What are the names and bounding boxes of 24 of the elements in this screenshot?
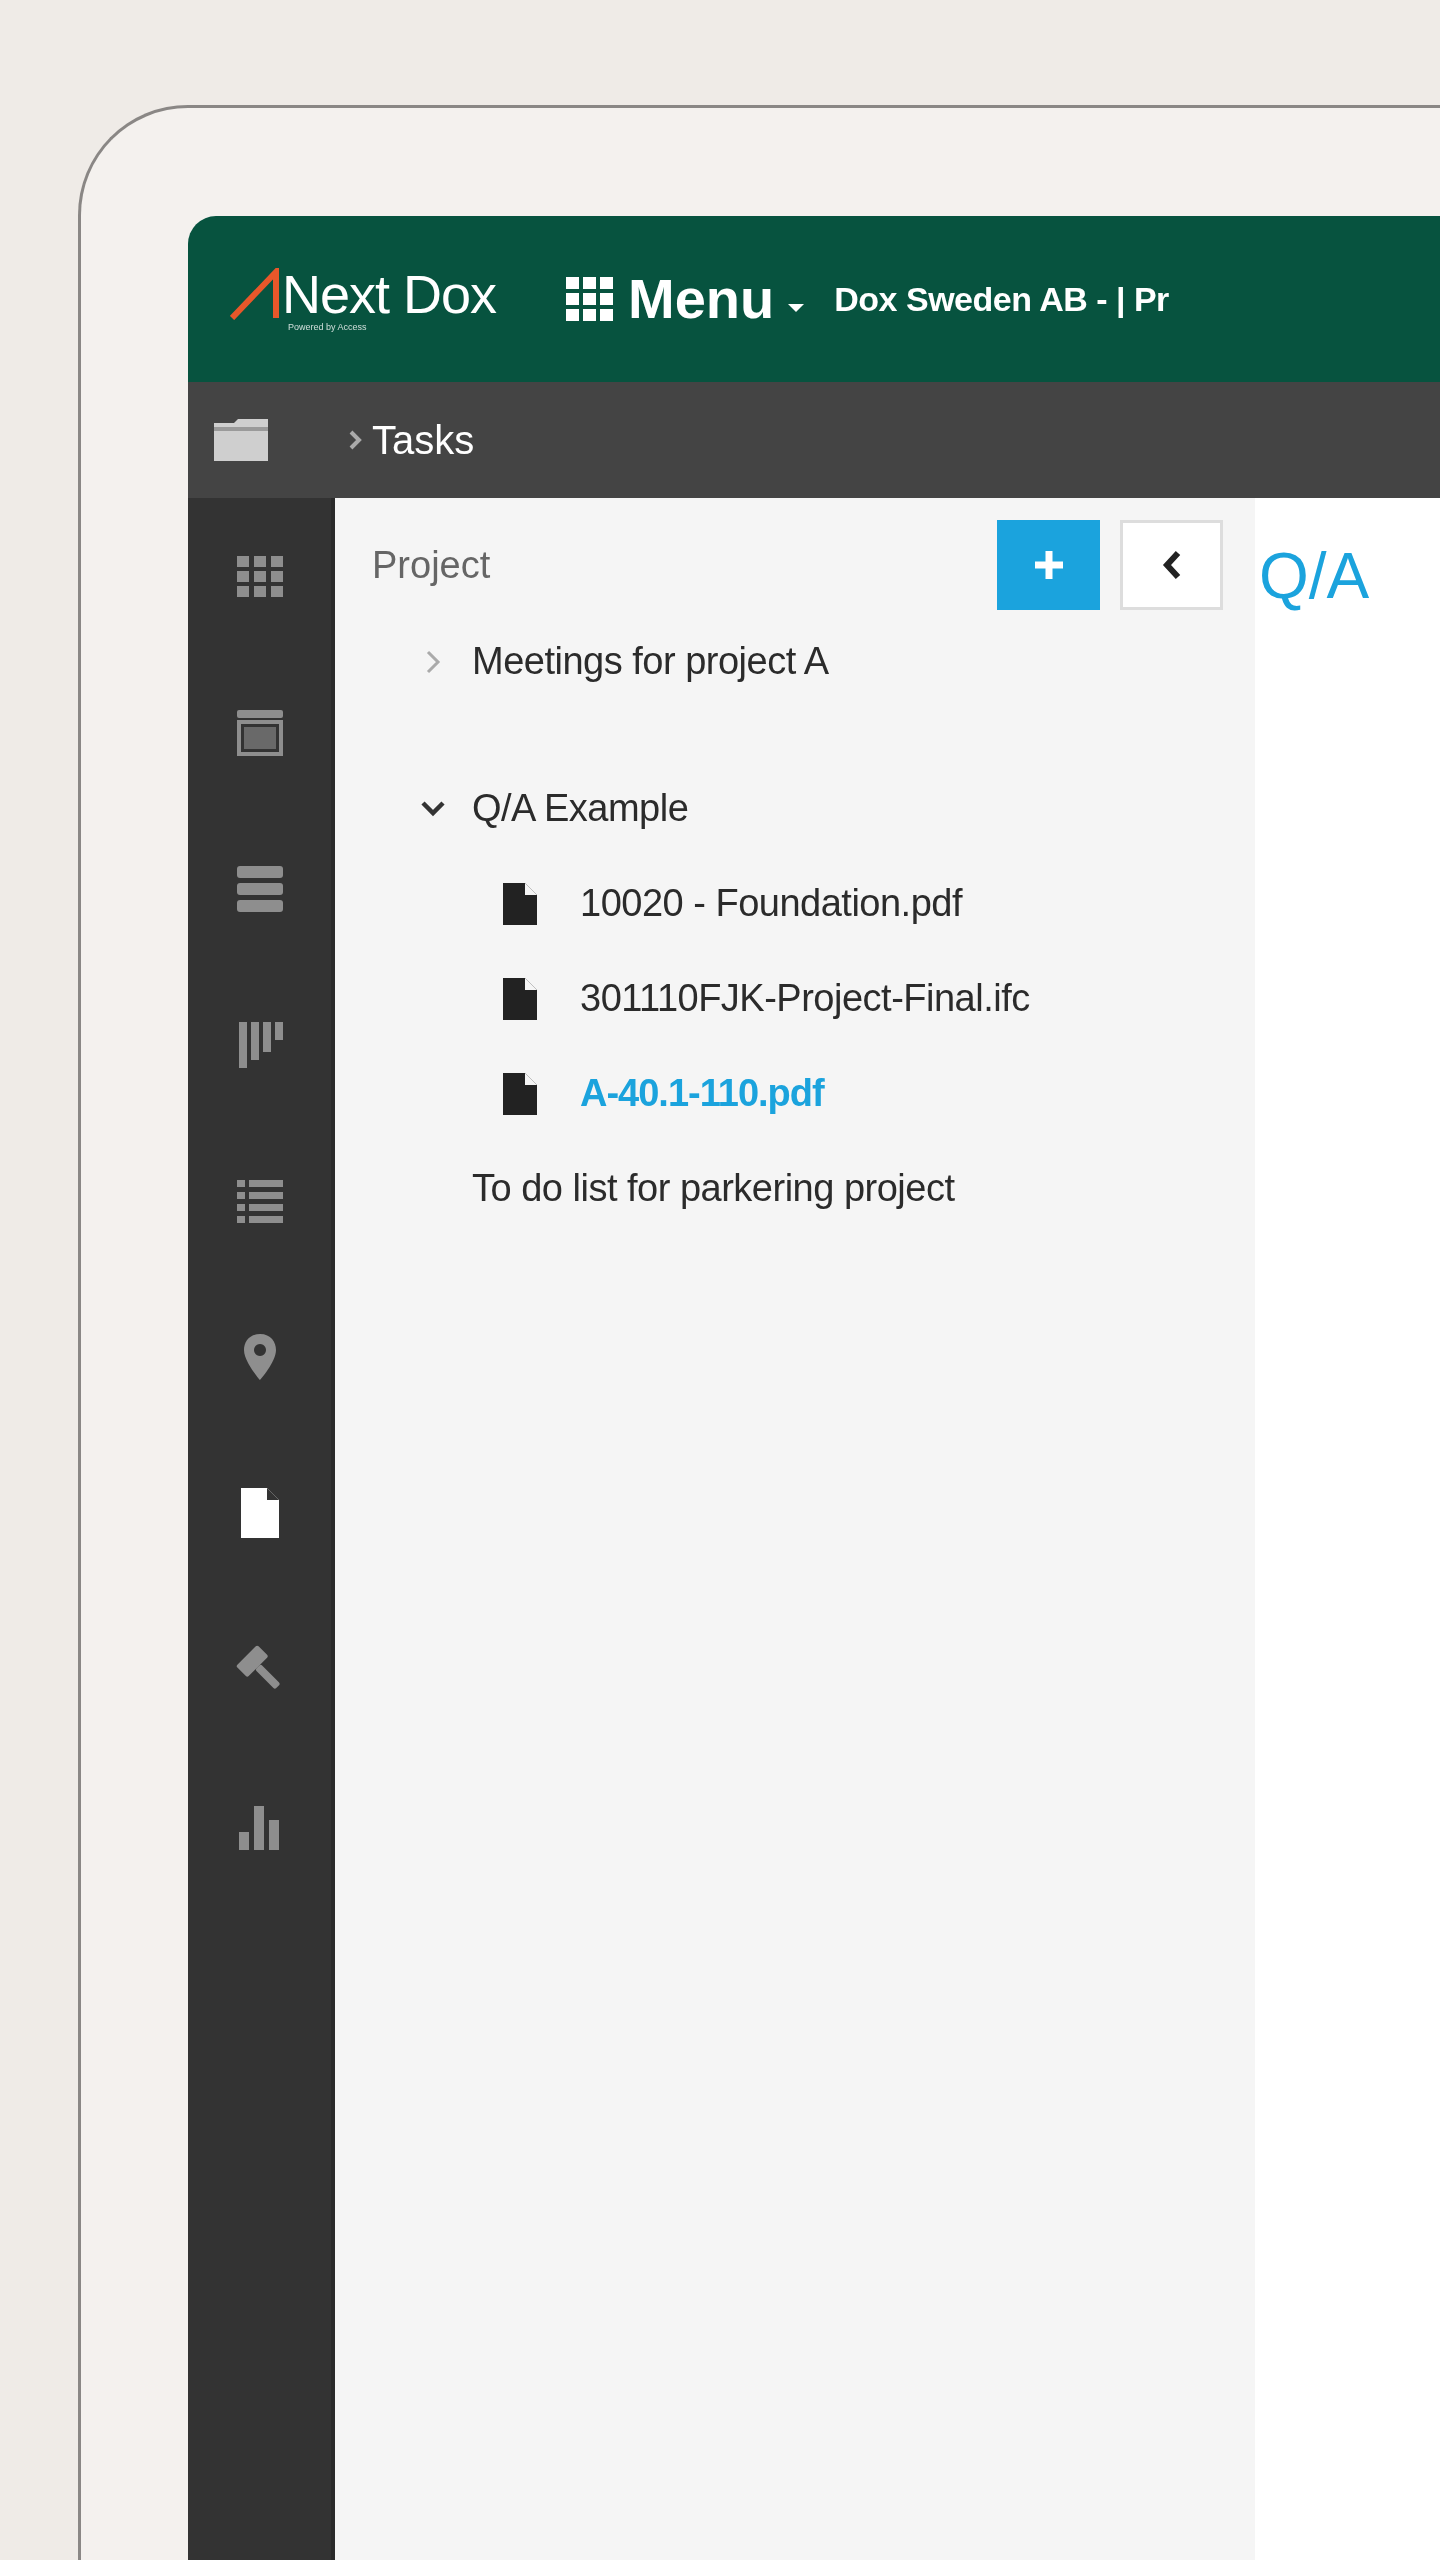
page-title: Q/A [1259,540,1370,612]
file-icon [503,977,537,1020]
chevron-left-icon [1161,550,1182,580]
collapse-button[interactable] [1120,520,1223,610]
tree-item[interactable]: To do list for parkering project [472,1160,955,1217]
tree-item[interactable]: Q/A Example [472,780,689,837]
tree-item[interactable]: Meetings for project A [472,633,829,690]
panel-title: Project [372,542,491,588]
grid-icon [566,277,615,321]
plus-icon [1032,549,1065,581]
folder-icon[interactable] [212,419,270,461]
chevron-right-icon [348,429,362,451]
file-icon [503,882,537,925]
add-button[interactable] [997,520,1100,610]
company-name: Dox Sweden AB - | Pr [834,278,1169,320]
logo-icon [230,268,282,320]
tree-item[interactable]: 10020 - Foundation.pdf [580,875,962,932]
menu-button[interactable]: Menu [566,257,805,341]
tree-item[interactable]: 301110FJK-Project-Final.ifc [580,970,1030,1027]
logo-tagline: Powered by Access [287,322,368,332]
logo-text: Next Dox [282,266,497,322]
file-icon [503,1072,537,1115]
breadcrumb-link[interactable]: Tasks [372,410,475,470]
caret-icon [788,304,805,314]
